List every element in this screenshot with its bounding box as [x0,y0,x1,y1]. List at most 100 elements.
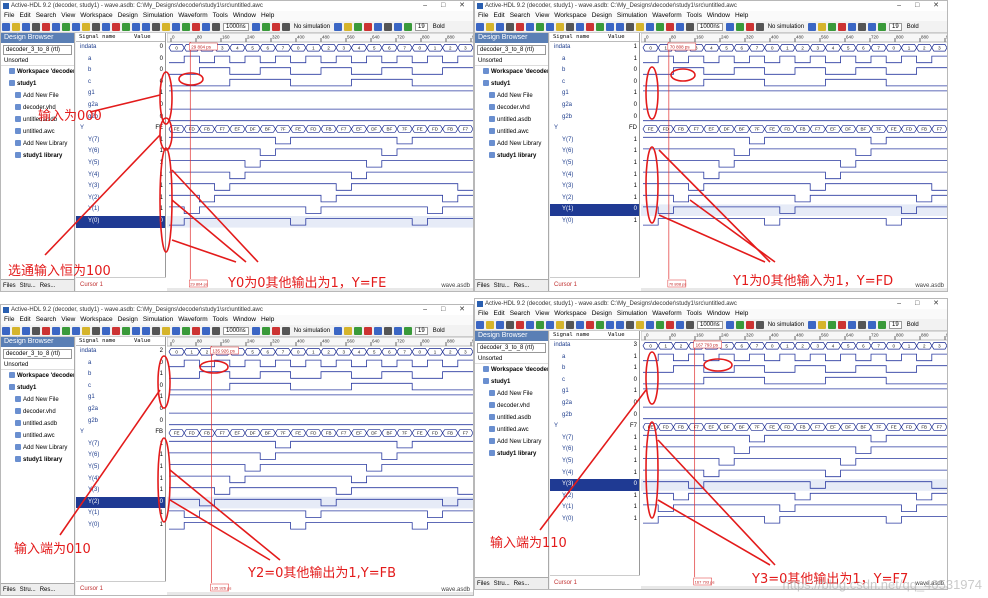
signal-row[interactable]: Y(4) 1 [76,170,165,182]
browser-tab[interactable]: Files [3,587,16,593]
signal-row[interactable]: c0 [76,381,165,393]
tree-item[interactable]: Workspace 'decoder' [475,364,548,376]
menu-item[interactable]: Design [118,316,138,323]
toolbar-icon[interactable] [162,23,170,31]
toolbar-icon[interactable] [586,23,594,31]
toolbar-icon[interactable] [616,321,624,329]
signal-row[interactable]: Y(0) 1 [550,514,639,526]
toolbar-icon[interactable] [868,321,877,329]
toolbar-icon[interactable] [374,23,383,31]
toolbar-icon[interactable] [566,23,574,31]
design-select[interactable]: decoder_3_to_8 (rtl) [3,45,72,55]
menu-item[interactable]: Simulation [143,12,173,19]
signal-row[interactable]: Y(2) 1 [550,491,639,503]
menu-item[interactable]: Edit [493,12,504,19]
signal-row[interactable]: indata 2 [76,346,165,358]
signal-row[interactable]: Y(4) 1 [550,468,639,480]
toolbar-icon[interactable] [556,23,564,31]
signal-row[interactable]: Y(6) 1 [76,146,165,158]
toolbar-icon[interactable] [374,327,383,335]
signal-row[interactable]: a0 [76,54,165,66]
signal-row[interactable]: a1 [550,54,639,66]
tree-item[interactable]: Workspace 'decoder' [475,66,548,78]
menu-item[interactable]: Search [510,310,531,317]
toolbar-icon[interactable] [82,327,90,335]
browser-tab[interactable]: Stru... [494,581,510,587]
toolbar-icon[interactable] [384,23,393,31]
tree-item[interactable]: study1 library [1,150,74,162]
window-controls[interactable]: – □ ✕ [897,1,945,11]
tree-item[interactable]: decoder.vhd [475,400,548,412]
tree-item[interactable]: untitled.awc [475,126,548,138]
signal-row[interactable]: Y(5) 1 [550,456,639,468]
toolbar-icon[interactable] [62,23,70,31]
toolbar-icon[interactable] [486,23,494,31]
toolbar-icon[interactable] [626,321,634,329]
zoom-field[interactable]: 19 [889,321,902,329]
menu-item[interactable]: Waveform [178,12,207,19]
window-controls[interactable]: – □ ✕ [423,1,471,11]
waveform-canvas[interactable]: 0801602403204004805606407208008809600123… [167,337,473,595]
menu-item[interactable]: Window [233,12,256,19]
signal-row[interactable]: Y(7) 1 [550,135,639,147]
menu-item[interactable]: Workspace [80,12,112,19]
toolbar-icon[interactable] [2,327,10,335]
bold-checkbox[interactable]: Bold [907,21,919,32]
toolbar-icon[interactable] [261,327,270,335]
signal-row[interactable]: Y(2) 0 [76,496,165,509]
menu-item[interactable]: Search [36,12,57,19]
toolbar-icon[interactable] [676,23,684,31]
toolbar-icon[interactable] [828,23,837,31]
signal-row[interactable]: g2b 0 [76,416,165,428]
signal-row[interactable]: g2a 0 [550,100,639,112]
signal-row[interactable]: Y(3) 1 [76,485,165,497]
signal-row[interactable]: Y(3) 0 [550,479,639,491]
menu-item[interactable]: Design [118,12,138,19]
toolbar-icon[interactable] [142,23,150,31]
signal-row[interactable]: Y(3) 1 [76,181,165,193]
toolbar-icon[interactable] [132,327,140,335]
toolbar-icon[interactable] [656,321,664,329]
toolbar-icon[interactable] [536,321,544,329]
signal-row[interactable]: indata 3 [550,340,639,352]
sim-time-field[interactable]: 1000ns [697,321,723,329]
toolbar-icon[interactable] [152,23,160,31]
toolbar-icon[interactable] [606,321,614,329]
toolbar-icon[interactable] [755,321,764,329]
signal-row[interactable]: Y(6) 1 [76,450,165,462]
toolbar-icon[interactable] [394,23,403,31]
tree-item[interactable]: Workspace 'decoder' [1,66,74,78]
tree-item[interactable]: study1 library [1,454,74,466]
toolbar-icon[interactable] [646,321,654,329]
toolbar-icon[interactable] [32,327,40,335]
cursor-label[interactable]: Cursor 1 [550,575,640,589]
tree-item[interactable]: Add New File [1,90,74,102]
toolbar-icon[interactable] [616,23,624,31]
signal-row[interactable]: a0 [76,358,165,370]
toolbar-icon[interactable] [838,23,847,31]
toolbar-icon[interactable] [172,23,180,31]
menu-item[interactable]: Tools [687,310,702,317]
toolbar-icon[interactable] [112,23,120,31]
signal-row[interactable]: indata 0 [76,42,165,54]
signal-row[interactable]: Y(2) 1 [76,193,165,205]
toolbar-icon[interactable] [92,327,100,335]
signal-row[interactable]: Y(5) 1 [76,462,165,474]
toolbar-icon[interactable] [818,321,827,329]
toolbar-icon[interactable] [281,327,290,335]
cursor-label[interactable]: Cursor 1 [76,581,166,595]
signal-row[interactable]: Y(1) 1 [76,508,165,520]
signal-row[interactable]: b1 [76,369,165,381]
toolbar-icon[interactable] [72,23,80,31]
signal-row[interactable]: Y F7 [550,421,639,433]
tree-item[interactable]: decoder.vhd [1,406,74,418]
toolbar-icon[interactable] [496,321,504,329]
toolbar-icon[interactable] [212,23,220,31]
toolbar-icon[interactable] [192,327,200,335]
toolbar-icon[interactable] [868,23,877,31]
window-titlebar[interactable]: Active-HDL 9.2 (decoder, study1) - wave.… [475,1,947,11]
menu-item[interactable]: Edit [19,12,30,19]
toolbar-icon[interactable] [72,327,80,335]
menu-item[interactable]: Simulation [143,316,173,323]
toolbar-icon[interactable] [344,327,353,335]
